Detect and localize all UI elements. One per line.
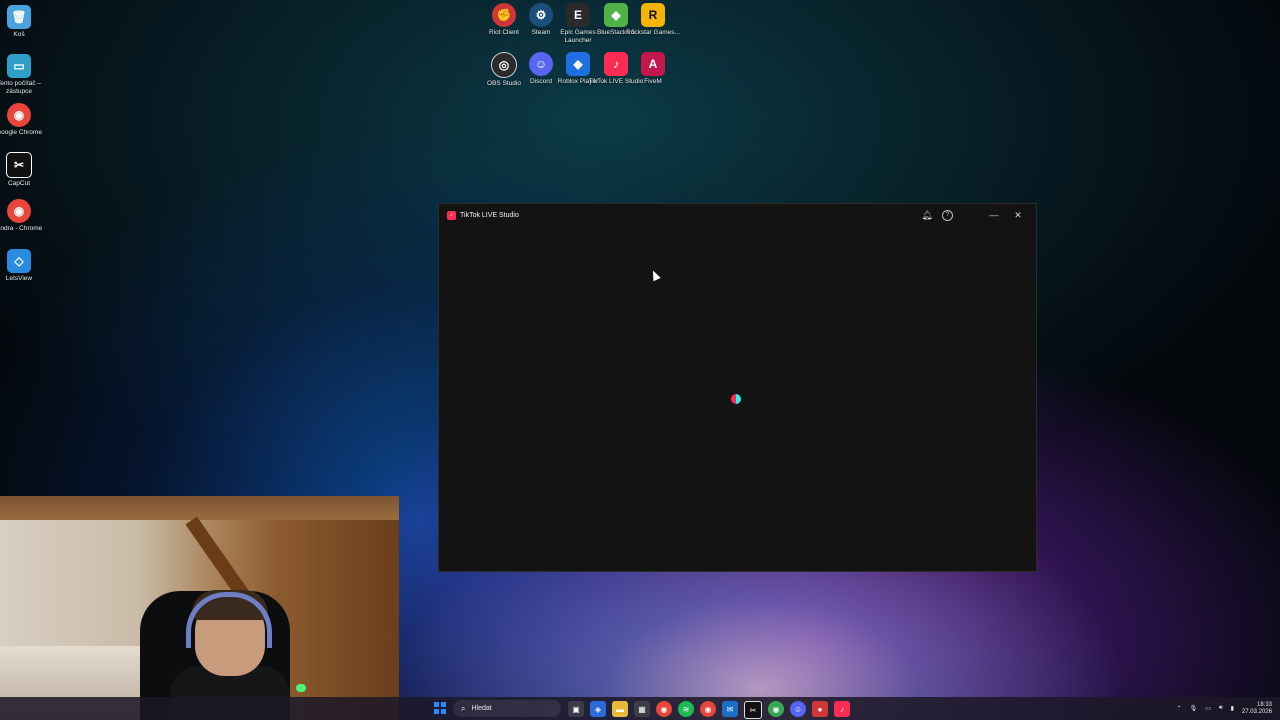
- chevron-up-icon[interactable]: ⌃: [1177, 705, 1182, 712]
- store-icon[interactable]: ▦: [634, 701, 650, 717]
- taskbar-search-placeholder: Hledat: [471, 705, 492, 712]
- desktop-icon-fivem[interactable]: A FiveM: [625, 52, 681, 86]
- taskbar-search[interactable]: ⌕ Hledat: [453, 700, 561, 717]
- taskbar: ⌕ Hledat ▣ ◈ ▬ ▦ ◉ ≋ ◉ ✉ ✂ ◉ ☺ ● ♪ ⌃ 🎙︎ …: [0, 697, 1280, 720]
- epic-games-icon: E: [566, 3, 590, 27]
- desktop-icon-recycle-bin[interactable]: 🗑 Koš: [0, 5, 47, 39]
- spotify-icon[interactable]: ≋: [678, 701, 694, 717]
- letsview-icon: ◇: [7, 249, 31, 273]
- battery-icon[interactable]: ▮: [1231, 705, 1234, 712]
- this-pc-icon: ▭: [7, 54, 31, 78]
- discord-icon[interactable]: ☺: [790, 701, 806, 717]
- window-title: TikTok LIVE Studio: [460, 211, 519, 219]
- network-icon[interactable]: ▭: [1205, 705, 1211, 712]
- outlook-icon[interactable]: ✉: [722, 701, 738, 717]
- chrome-icon: ◉: [7, 103, 31, 127]
- system-tray: ⌃ 🎙︎ ▭ 🔊︎ ▮ 18:33 27.03.2026: [1177, 697, 1272, 720]
- loading-spinner-icon: [731, 394, 741, 404]
- chrome-alt-icon[interactable]: ◉: [768, 701, 784, 717]
- chrome-icon[interactable]: ◉: [656, 701, 672, 717]
- fivem-icon: A: [641, 52, 665, 76]
- tiktok-live-studio-window[interactable]: ♪ TikTok LIVE Studio 🔔︎ ? — ✕: [438, 203, 1037, 572]
- desktop-icon-jindra-chrome[interactable]: ◉ Jindra - Chrome: [0, 199, 47, 233]
- window-titlebar[interactable]: ♪ TikTok LIVE Studio 🔔︎ ? — ✕: [439, 204, 1036, 226]
- record-icon[interactable]: ●: [812, 701, 828, 717]
- notification-bell-icon[interactable]: 🔔︎: [917, 205, 937, 225]
- volume-icon[interactable]: 🔊︎: [1219, 705, 1223, 712]
- capcut-icon[interactable]: ✂: [744, 701, 762, 719]
- help-icon[interactable]: ?: [942, 209, 953, 221]
- desktop-icon-this-pc[interactable]: ▭ Tento počítač – zástupce: [0, 54, 47, 96]
- tiktok-logo-icon: ♪: [447, 210, 456, 220]
- rockstar-icon: R: [641, 3, 665, 27]
- desktop-icon-rockstar[interactable]: R Rockstar Games...: [625, 3, 681, 37]
- minimize-button[interactable]: —: [984, 205, 1004, 225]
- desktop-icon-letsview[interactable]: ◇ LetsView: [0, 249, 47, 283]
- clock-time: 18:33: [1256, 701, 1272, 708]
- webcam-green-led: [296, 684, 306, 692]
- close-button[interactable]: ✕: [1008, 205, 1028, 225]
- microphone-icon[interactable]: 🎙︎: [1190, 705, 1198, 712]
- search-icon: ⌕: [461, 703, 466, 713]
- taskbar-apps: ▣ ◈ ▬ ▦ ◉ ≋ ◉ ✉ ✂ ◉ ☺ ● ♪: [568, 701, 850, 719]
- roblox-icon: ◆: [566, 52, 590, 76]
- webcam-overlay: [0, 496, 399, 720]
- chrome-profile-icon[interactable]: ◉: [700, 701, 716, 717]
- tiktok-live-studio-icon[interactable]: ♪: [834, 701, 850, 717]
- clock[interactable]: 18:33 27.03.2026: [1242, 702, 1272, 716]
- start-button[interactable]: [434, 702, 446, 714]
- desktop-icon-google-chrome[interactable]: ◉ Google Chrome: [0, 103, 47, 137]
- clock-date: 27.03.2026: [1241, 708, 1272, 715]
- capcut-icon: ✂: [6, 152, 32, 178]
- file-explorer-icon[interactable]: ▬: [612, 701, 628, 717]
- copilot-icon[interactable]: ◈: [590, 701, 606, 717]
- webcam-ceiling: [0, 496, 399, 520]
- chrome-profile-icon: ◉: [7, 199, 31, 223]
- recycle-bin-icon: 🗑: [7, 5, 31, 29]
- task-view-icon[interactable]: ▣: [568, 701, 584, 717]
- desktop-icon-capcut[interactable]: ✂ CapCut: [0, 152, 47, 188]
